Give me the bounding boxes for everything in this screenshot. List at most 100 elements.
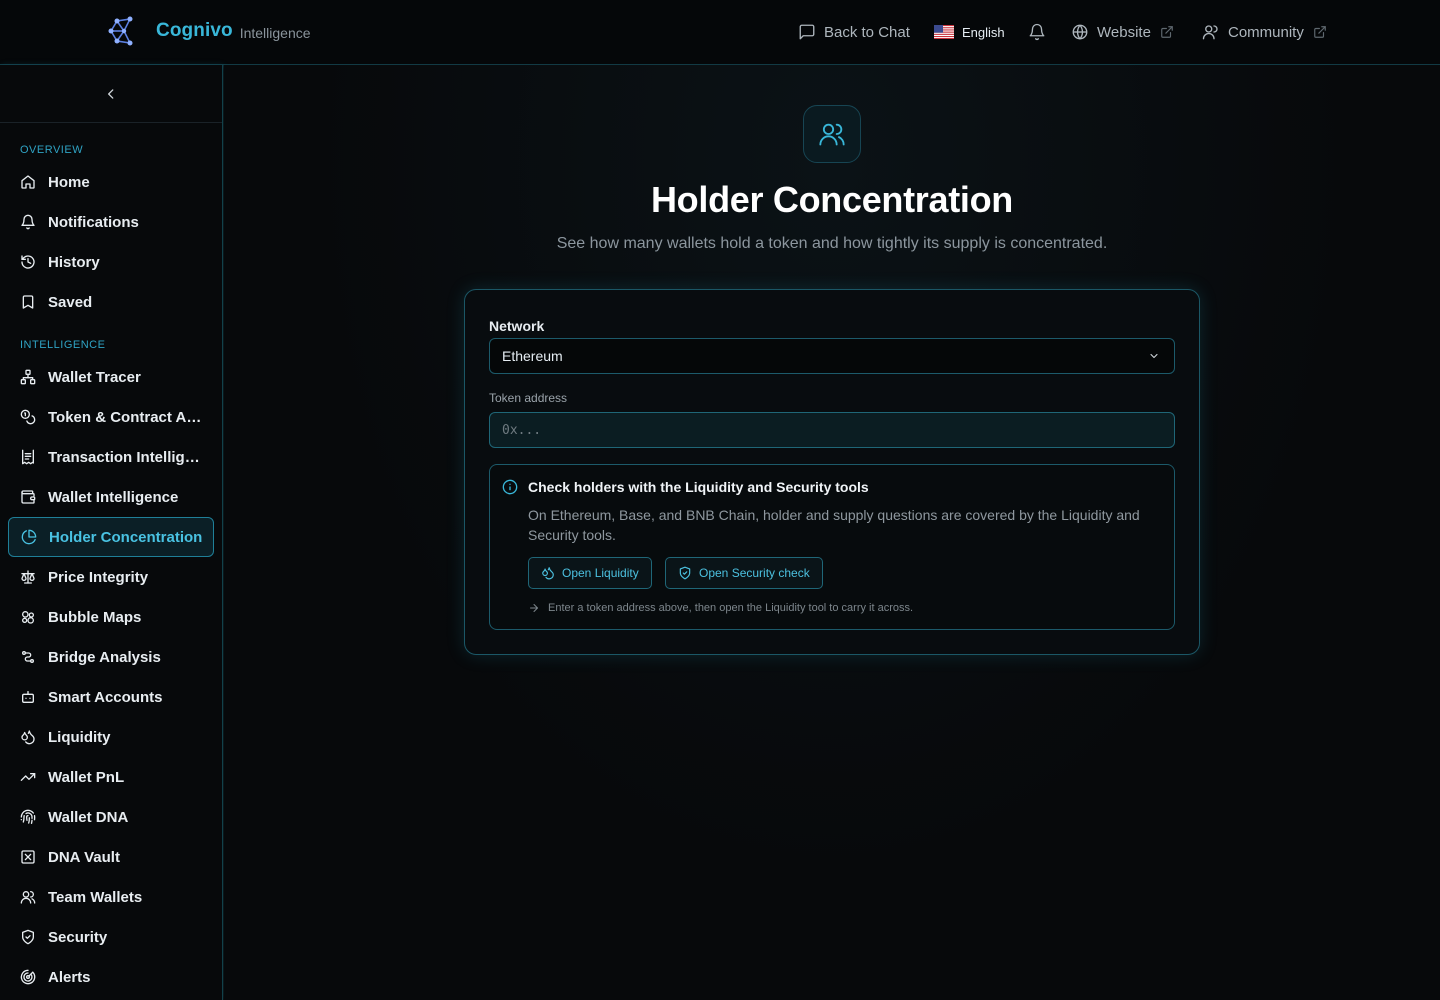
sidebar-item-label: Holder Concentration <box>49 528 203 546</box>
notice-title: Check holders with the Liquidity and Sec… <box>528 479 869 495</box>
shield-check-icon <box>679 566 691 580</box>
bell-icon <box>1029 23 1045 41</box>
vault-icon <box>21 850 35 864</box>
bubbles-icon <box>21 611 34 624</box>
notice-hint: Enter a token address above, then open t… <box>528 602 913 614</box>
pie-chart-icon <box>21 529 37 545</box>
sidebar-item-wallet-tracer[interactable]: Wallet Tracer <box>8 357 214 397</box>
chevron-left-icon[interactable] <box>104 87 118 101</box>
sidebar-item-label: Home <box>48 173 90 191</box>
shield-icon <box>22 929 34 945</box>
radar-icon <box>20 969 36 985</box>
sidebar-item-wallet-pnl[interactable]: Wallet PnL <box>8 757 214 797</box>
wallet-icon <box>21 490 36 504</box>
open-liquidity-button[interactable]: Open Liquidity <box>528 557 652 589</box>
globe-icon <box>1072 24 1088 40</box>
network-icon <box>20 369 36 385</box>
open-security-check-label: Open Security check <box>699 566 810 580</box>
users-icon <box>20 891 36 904</box>
sidebar-item-notifications[interactable]: Notifications <box>8 202 214 242</box>
sidebar-collapse-row <box>0 65 222 123</box>
bell-icon <box>21 214 35 230</box>
sidebar-item-label: Team Wallets <box>48 888 143 906</box>
fingerprint-icon <box>20 809 36 824</box>
main-content: Holder Concentration See how many wallet… <box>224 65 1440 1000</box>
sidebar-item-label: Saved <box>48 293 93 311</box>
page-title: Holder Concentration <box>650 179 1014 220</box>
user-icon <box>1202 25 1218 40</box>
website-link[interactable]: Website <box>1071 0 1174 64</box>
sidebar-item-wallet-dna[interactable]: Wallet DNA <box>8 797 214 837</box>
brand[interactable]: Cognivo Intelligence <box>108 14 311 48</box>
token-address-label: Token address <box>489 391 568 405</box>
sidebar-item-liquidity[interactable]: Liquidity <box>8 717 214 757</box>
sidebar-item-saved[interactable]: Saved <box>8 282 214 322</box>
notifications-button[interactable] <box>1028 0 1046 64</box>
sidebar-item-label: Wallet Tracer <box>48 368 141 386</box>
trending-up-icon <box>20 773 36 781</box>
sidebar-item-label: History <box>48 253 100 271</box>
page-subtitle: See how many wallets hold a token and ho… <box>556 235 1108 252</box>
community-label: Community <box>1228 23 1304 41</box>
droplets-icon <box>542 567 554 580</box>
info-icon <box>502 479 518 495</box>
community-link[interactable]: Community <box>1202 0 1327 64</box>
external-link-icon <box>1161 26 1173 38</box>
history-icon <box>21 255 35 269</box>
message-square-icon <box>799 24 815 40</box>
bookmark-icon <box>22 295 34 309</box>
scale-icon <box>21 570 35 584</box>
home-icon <box>21 175 35 189</box>
back-to-chat-link[interactable]: Back to Chat <box>798 0 910 64</box>
sidebar: OVERVIEW Home Notifications History Save… <box>0 65 223 1000</box>
sidebar-item-smart-accounts[interactable]: Smart Accounts <box>8 677 214 717</box>
us-flag-icon <box>934 25 954 39</box>
sidebar-item-label: Liquidity <box>48 728 111 746</box>
sidebar-item-wallet-intelligence[interactable]: Wallet Intelligence <box>8 477 214 517</box>
open-security-check-button[interactable]: Open Security check <box>665 557 823 589</box>
sidebar-item-home[interactable]: Home <box>8 162 214 202</box>
section-label-intelligence: INTELLIGENCE <box>20 339 106 351</box>
users-icon <box>819 123 845 146</box>
droplets-icon <box>21 730 35 745</box>
coins-icon <box>20 409 36 425</box>
notice-hint-text: Enter a token address above, then open t… <box>548 602 914 614</box>
external-link-icon <box>1314 26 1326 38</box>
sidebar-item-label: Transaction Intelligence <box>48 448 214 466</box>
sidebar-item-bridge-analysis[interactable]: Bridge Analysis <box>8 637 214 677</box>
sidebar-item-security[interactable]: Security <box>8 917 214 957</box>
brand-subtitle: Intelligence <box>239 24 311 41</box>
logo-icon <box>108 16 133 46</box>
top-header: Cognivo Intelligence Back to Chat Englis… <box>0 0 1440 65</box>
network-select[interactable]: Ethereum <box>489 338 1175 374</box>
sidebar-item-token-contract-analysis[interactable]: Token & Contract Analysis <box>8 397 214 437</box>
language-label: English <box>962 24 1005 40</box>
back-to-chat-label: Back to Chat <box>824 23 910 41</box>
brand-name: Cognivo <box>156 20 233 41</box>
sidebar-item-history[interactable]: History <box>8 242 214 282</box>
sidebar-item-label: Notifications <box>48 213 139 231</box>
sidebar-item-price-integrity[interactable]: Price Integrity <box>8 557 214 597</box>
section-label-overview: OVERVIEW <box>20 144 84 156</box>
sidebar-item-dna-vault[interactable]: DNA Vault <box>8 837 214 877</box>
sidebar-item-team-wallets[interactable]: Team Wallets <box>8 877 214 917</box>
language-selector[interactable]: English <box>934 0 1005 64</box>
sidebar-item-transaction-intelligence[interactable]: Transaction Intelligence <box>8 437 214 477</box>
open-liquidity-label: Open Liquidity <box>562 566 639 580</box>
sidebar-item-holder-concentration[interactable]: Holder Concentration <box>8 517 214 557</box>
arrow-right-icon <box>530 604 538 612</box>
token-address-input[interactable] <box>489 412 1175 448</box>
website-label: Website <box>1097 23 1151 41</box>
sidebar-item-label: Wallet Intelligence <box>48 488 179 506</box>
sidebar-item-label: Bubble Maps <box>48 608 142 626</box>
sidebar-item-alerts[interactable]: Alerts <box>8 957 214 997</box>
holder-form-card: Network Ethereum Token address Check hol… <box>464 289 1200 655</box>
info-notice: Check holders with the Liquidity and Sec… <box>489 464 1175 630</box>
bridge-icon <box>22 651 34 663</box>
hero-icon-badge <box>803 105 861 163</box>
sidebar-item-label: DNA Vault <box>48 848 120 866</box>
sidebar-item-label: Security <box>48 928 108 946</box>
sidebar-item-bubble-maps[interactable]: Bubble Maps <box>8 597 214 637</box>
bot-icon <box>22 691 34 703</box>
sidebar-item-label: Price Integrity <box>48 568 149 586</box>
